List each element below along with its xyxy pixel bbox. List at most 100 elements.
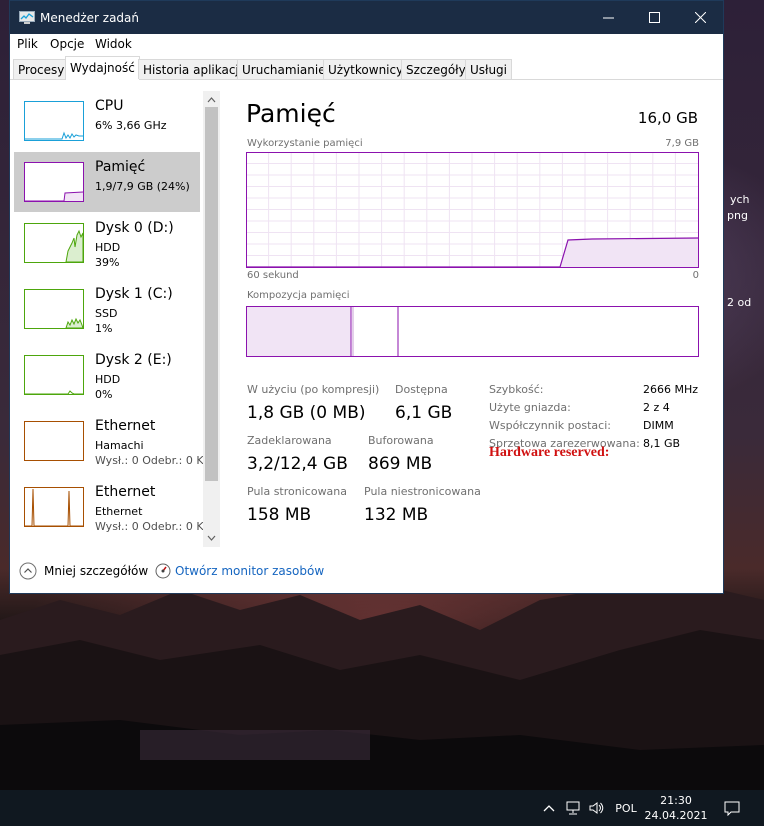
stat-in-use-value: 1,8 GB (0 MB)	[247, 403, 366, 423]
sidebar-item-subtitle: HDD	[95, 241, 121, 254]
menu-file[interactable]: Plik	[17, 37, 38, 51]
cpu-thumbnail-graph	[24, 101, 84, 141]
sidebar-item-memory[interactable]: Pamięć 1,9/7,9 GB (24%)	[14, 152, 200, 212]
memory-usage-graph	[246, 152, 699, 268]
sidebar-item-title: Dysk 0 (D:)	[95, 220, 174, 236]
form-factor-value: DIMM	[643, 419, 674, 432]
sidebar-item-detail: 39%	[95, 256, 120, 269]
scrollbar-thumb[interactable]	[205, 107, 218, 481]
clock-time: 21:30	[660, 794, 692, 807]
time-axis-left: 60 sekund	[247, 270, 299, 281]
menu-bar: Plik Opcje Widok	[10, 34, 723, 54]
mountain-landscape	[0, 570, 764, 790]
time-axis-right: 0	[692, 270, 699, 281]
chevron-up-circle-icon[interactable]	[19, 562, 37, 580]
disk-0-thumbnail-graph	[24, 223, 84, 263]
sidebar-item-title: Ethernet	[95, 418, 156, 434]
performance-sidebar: CPU 6% 3,66 GHz Pamięć 1,9/7,9 GB (24%) …	[10, 81, 220, 551]
stat-committed-label: Zadeklarowana	[247, 434, 332, 447]
resource-monitor-icon	[155, 563, 171, 579]
memory-composition-bar	[246, 306, 699, 357]
sidebar-item-detail: Wysł.: 0 Odebr.: 0 Kb	[95, 520, 205, 533]
action-center-button[interactable]	[718, 790, 746, 826]
disk-2-thumbnail-graph	[24, 355, 84, 395]
tab-app-history[interactable]: Historia aplikacji	[138, 59, 248, 79]
sidebar-item-subtitle: Ethernet	[95, 505, 143, 518]
input-language-button[interactable]: POL	[612, 790, 640, 826]
footer-bar: Mniej szczegółów Otwórz monitor zasobów	[10, 553, 723, 591]
tab-startup[interactable]: Uruchamianie	[237, 59, 331, 79]
tab-users[interactable]: Użytkownicy	[323, 59, 409, 79]
desktop-text-fragment: png	[727, 209, 748, 222]
maximize-button[interactable]	[631, 1, 677, 34]
stat-cached-label: Buforowana	[368, 434, 434, 447]
hardware-reserved-annotation: Hardware reserved:	[489, 445, 610, 460]
sidebar-item-disk-2[interactable]: Dysk 2 (E:) HDD 0%	[14, 345, 200, 405]
sidebar-item-detail: Wysł.: 0 Odebr.: 0 Kb	[95, 454, 205, 467]
slots-used-label: Użyte gniazda:	[489, 401, 571, 414]
fewer-details-button[interactable]: Mniej szczegółów	[44, 564, 148, 578]
show-hidden-icons-button[interactable]	[540, 790, 558, 826]
stat-in-use-label: W użyciu (po kompresji)	[247, 383, 380, 396]
usage-graph-label: Wykorzystanie pamięci	[247, 138, 363, 149]
menu-view[interactable]: Widok	[95, 37, 132, 51]
page-title: Pamięć	[246, 99, 336, 128]
clock[interactable]: 21:30 24.04.2021	[645, 790, 708, 826]
sidebar-item-subtitle: 6% 3,66 GHz	[95, 119, 167, 132]
network-status-button[interactable]	[563, 790, 583, 826]
sidebar-item-ethernet-hamachi[interactable]: Ethernet Hamachi Wysł.: 0 Odebr.: 0 Kb	[14, 411, 205, 471]
stat-committed-value: 3,2/12,4 GB	[247, 454, 348, 474]
sidebar-item-cpu[interactable]: CPU 6% 3,66 GHz	[14, 91, 200, 151]
stat-cached-value: 869 MB	[368, 454, 433, 474]
sidebar-item-title: Dysk 1 (C:)	[95, 286, 173, 302]
sidebar-item-detail: 0%	[95, 388, 113, 401]
tab-performance[interactable]: Wydajność	[65, 56, 140, 80]
total-memory: 16,0 GB	[637, 109, 698, 127]
notification-icon	[724, 801, 740, 816]
close-button[interactable]	[677, 1, 723, 34]
sidebar-item-subtitle: 1,9/7,9 GB (24%)	[95, 180, 190, 193]
network-icon	[566, 801, 580, 815]
sidebar-item-detail: 1%	[95, 322, 113, 335]
maximize-icon	[648, 12, 660, 23]
tab-services[interactable]: Usługi	[465, 59, 513, 79]
close-icon	[694, 12, 706, 23]
tab-bar: Procesy Wydajność Historia aplikacji Uru…	[10, 56, 723, 80]
form-factor-label: Współczynnik postaci:	[489, 419, 611, 432]
tab-details[interactable]: Szczegóły	[401, 59, 471, 79]
scroll-up-icon[interactable]	[203, 93, 220, 107]
ethernet-thumbnail-graph	[24, 487, 84, 527]
menu-options[interactable]: Opcje	[50, 37, 84, 51]
clock-date: 24.04.2021	[644, 809, 708, 822]
stat-available-label: Dostępna	[395, 383, 448, 396]
chevron-up-icon	[543, 805, 555, 812]
open-resource-monitor-link[interactable]: Otwórz monitor zasobów	[175, 564, 324, 578]
volume-button[interactable]	[587, 790, 607, 826]
composition-label: Kompozycja pamięci	[247, 290, 350, 301]
minimize-button[interactable]	[585, 1, 631, 34]
memory-thumbnail-graph	[24, 162, 84, 202]
sidebar-item-title: Ethernet	[95, 484, 156, 500]
ethernet-thumbnail-graph	[24, 421, 84, 461]
sidebar-item-subtitle: HDD	[95, 373, 121, 386]
sidebar-item-ethernet[interactable]: Ethernet Ethernet Wysł.: 0 Odebr.: 0 Kb	[14, 477, 205, 537]
disk-1-thumbnail-graph	[24, 289, 84, 329]
sidebar-item-disk-1[interactable]: Dysk 1 (C:) SSD 1%	[14, 279, 200, 339]
speed-value: 2666 MHz	[643, 383, 699, 396]
sidebar-item-subtitle: Hamachi	[95, 439, 144, 452]
usage-graph-max: 7,9 GB	[665, 138, 699, 149]
minimize-icon	[602, 17, 614, 19]
sidebar-item-title: Pamięć	[95, 159, 146, 175]
desktop-text-fragment: 2 od	[727, 296, 752, 309]
title-bar[interactable]: Menedżer zadań	[10, 1, 723, 34]
slots-used-value: 2 z 4	[643, 401, 670, 414]
sidebar-scrollbar[interactable]	[203, 91, 220, 547]
sidebar-item-subtitle: SSD	[95, 307, 118, 320]
stat-nonpaged-pool-label: Pula niestronicowana	[364, 485, 481, 498]
sidebar-item-title: CPU	[95, 98, 124, 114]
task-manager-window: Menedżer zadań Plik Opcje Widok Procesy …	[9, 0, 724, 594]
sidebar-item-disk-0[interactable]: Dysk 0 (D:) HDD 39%	[14, 213, 200, 273]
scroll-down-icon[interactable]	[203, 531, 220, 545]
stat-paged-pool-label: Pula stronicowana	[247, 485, 348, 498]
tab-processes[interactable]: Procesy	[13, 59, 70, 79]
